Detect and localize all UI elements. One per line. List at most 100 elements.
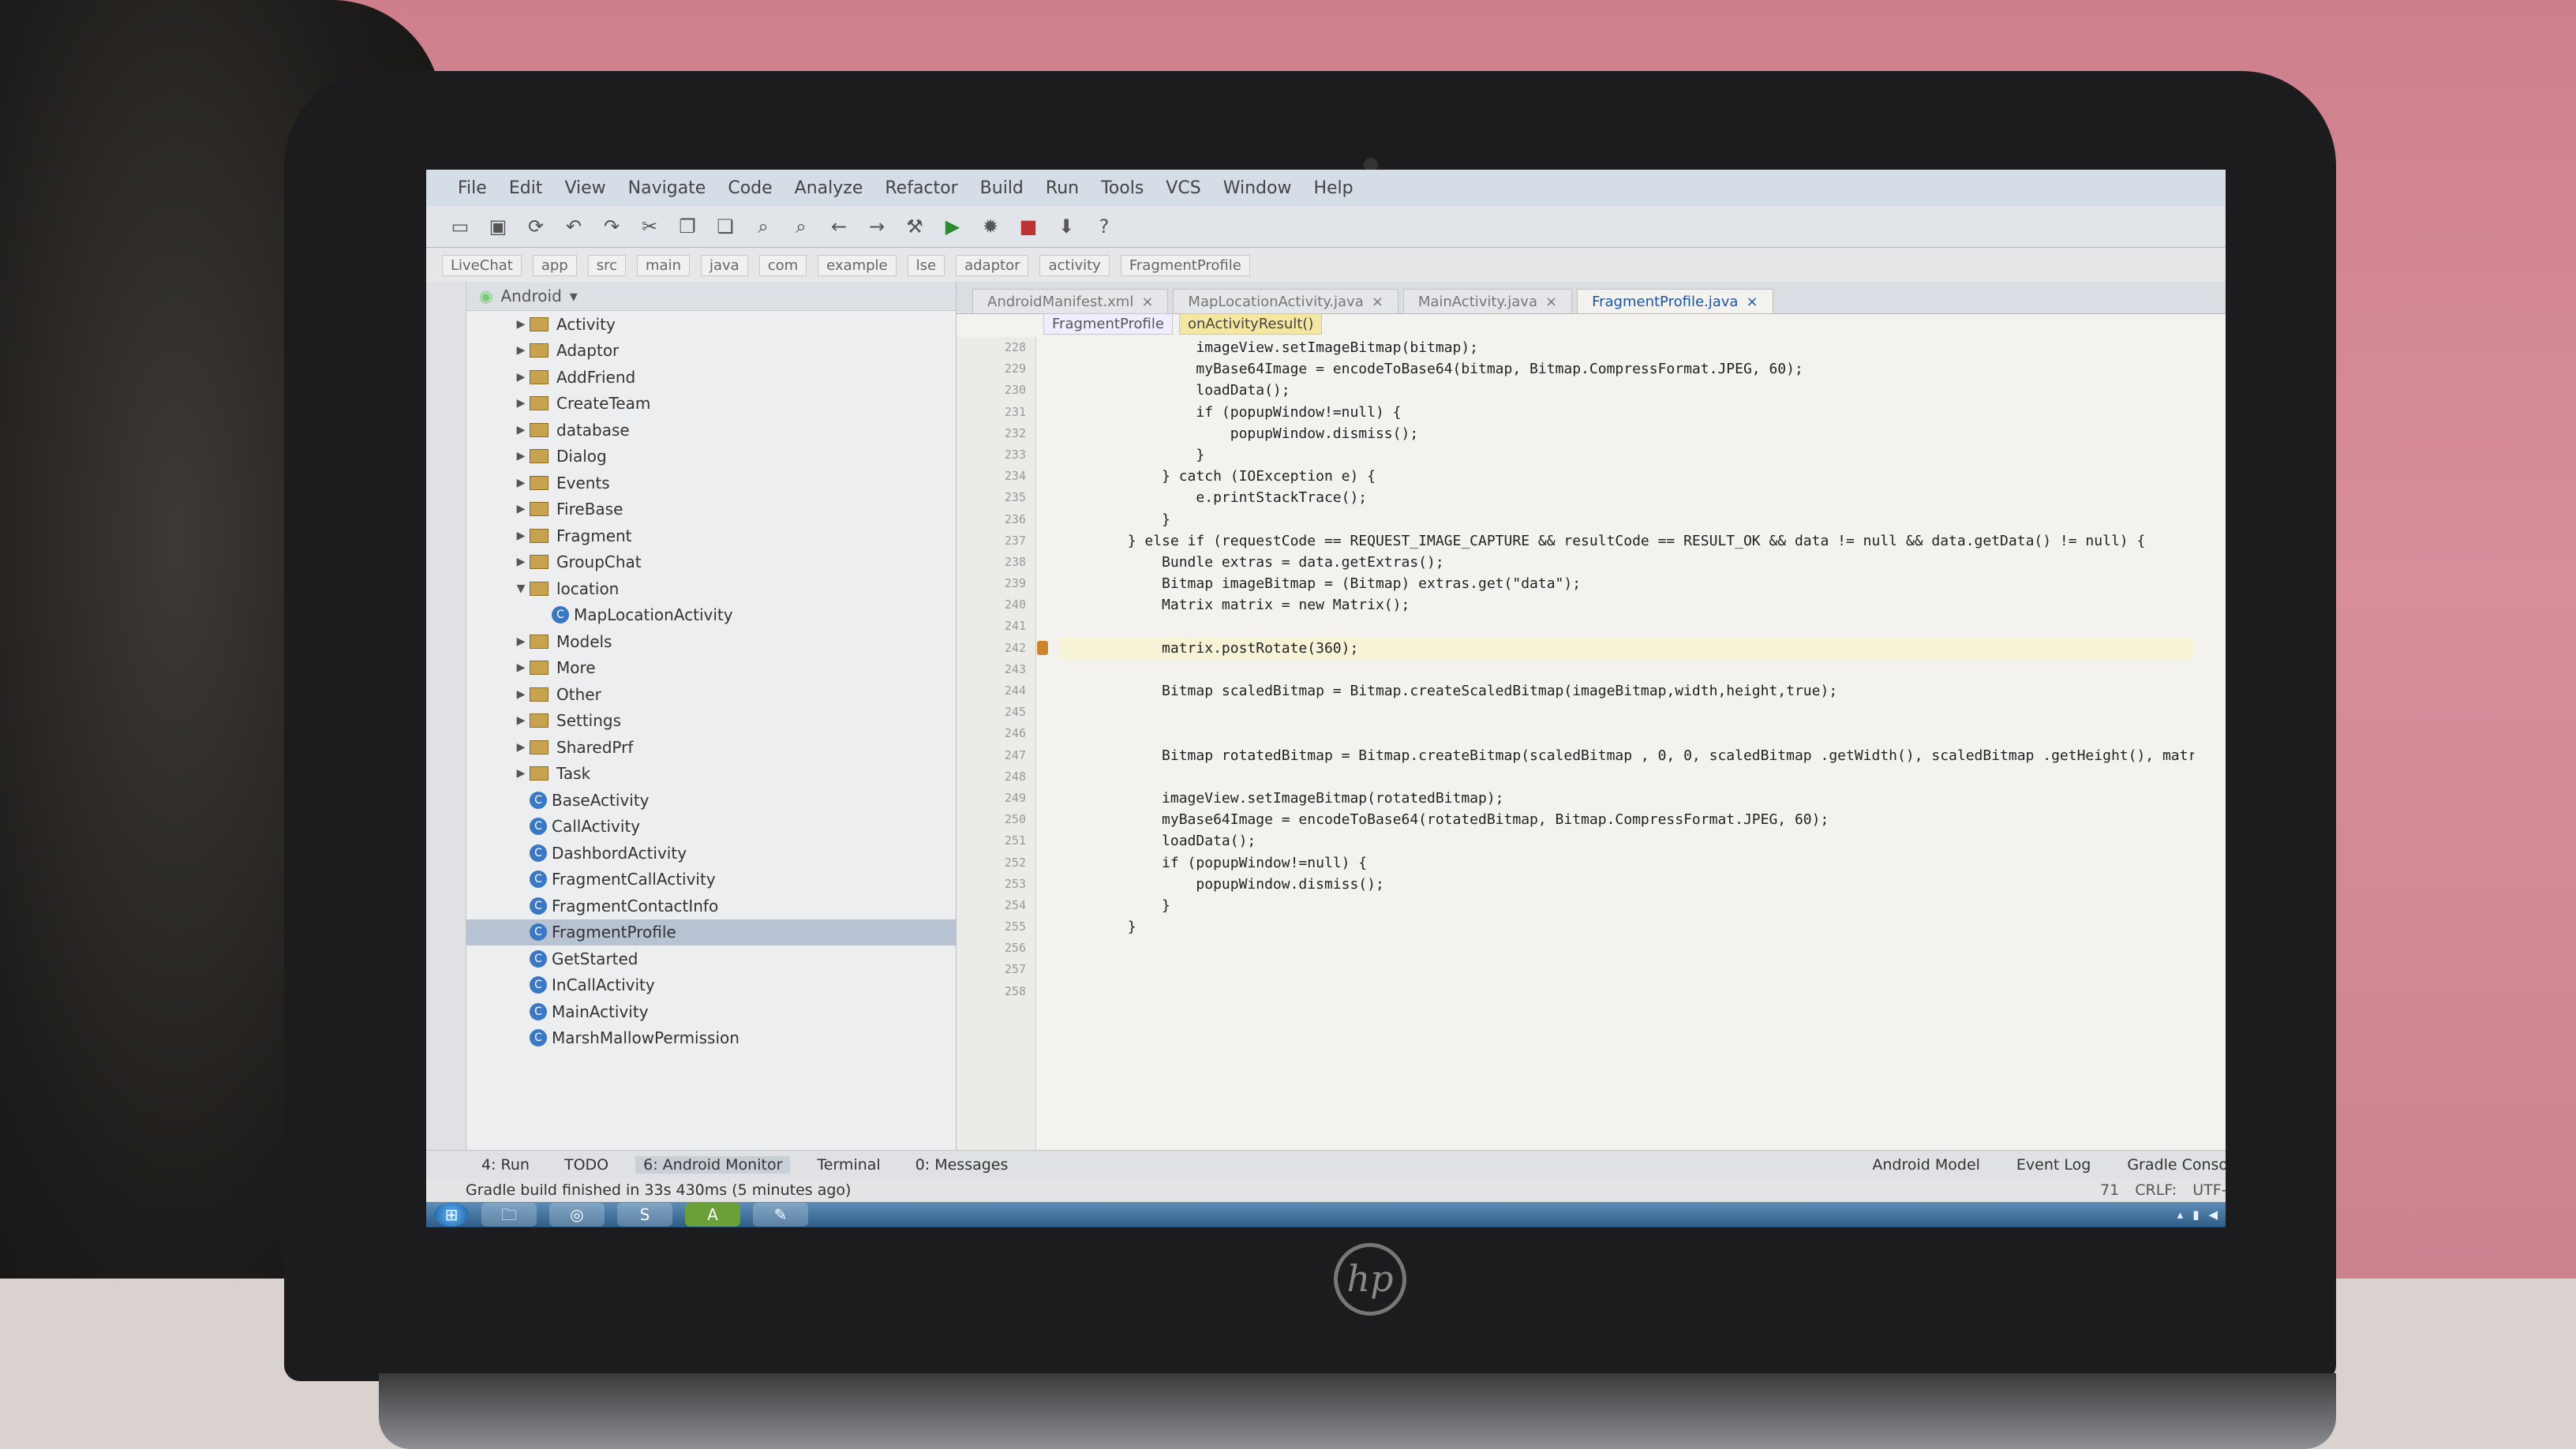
skype-icon[interactable]: S: [617, 1203, 672, 1226]
tool-window-button[interactable]: 4: Run: [474, 1156, 537, 1174]
nav-crumb[interactable]: lse: [907, 254, 945, 276]
tree-item-database[interactable]: ▶ database: [466, 417, 956, 444]
tree-item-callactivity[interactable]: C CallActivity: [466, 814, 956, 841]
nav-crumb[interactable]: activity: [1039, 254, 1110, 276]
editor-tab[interactable]: FragmentProfile.java ×: [1577, 289, 1773, 313]
tree-item-marshmallowpermission[interactable]: C MarshMallowPermission: [466, 1025, 956, 1052]
code-area[interactable]: imageView.setImageBitmap(bitmap); myBase…: [1059, 337, 2194, 1150]
stop-icon[interactable]: ■: [1018, 216, 1039, 237]
tree-item-incallactivity[interactable]: C InCallActivity: [466, 972, 956, 999]
menu-item-window[interactable]: Window: [1223, 178, 1292, 198]
collapsed-arrow-icon[interactable]: ▶: [512, 371, 530, 384]
tree-item-settings[interactable]: ▶ Settings: [466, 708, 956, 735]
tree-item-groupchat[interactable]: ▶ GroupChat: [466, 549, 956, 576]
show-hidden-icon[interactable]: ▴: [2177, 1208, 2184, 1222]
tree-item-models[interactable]: ▶ Models: [466, 628, 956, 655]
menu-item-view[interactable]: View: [564, 178, 605, 198]
nav-crumb[interactable]: java: [700, 254, 748, 276]
tree-item-sharedprf[interactable]: ▶ SharedPrf: [466, 734, 956, 761]
tool-window-button[interactable]: TODO: [556, 1156, 616, 1174]
collapsed-arrow-icon[interactable]: ▶: [512, 530, 530, 542]
collapsed-arrow-icon[interactable]: ▶: [512, 714, 530, 727]
tool-window-button[interactable]: Terminal: [809, 1156, 888, 1174]
tree-item-fragmentcallactivity[interactable]: C FragmentCallActivity: [466, 867, 956, 893]
menu-item-tools[interactable]: Tools: [1101, 178, 1144, 198]
tree-item-activity[interactable]: ▶ Activity: [466, 311, 956, 338]
menu-item-code[interactable]: Code: [728, 178, 772, 198]
paint-icon[interactable]: ✎: [753, 1203, 808, 1226]
tree-item-more[interactable]: ▶ More: [466, 655, 956, 682]
collapsed-arrow-icon[interactable]: ▶: [512, 688, 530, 701]
project-view-selector[interactable]: ◉ Android ▾: [466, 282, 956, 311]
collapsed-arrow-icon[interactable]: ▶: [512, 450, 530, 462]
collapsed-arrow-icon[interactable]: ▶: [512, 424, 530, 436]
cut-icon[interactable]: ✂: [639, 216, 660, 237]
tree-item-events[interactable]: ▶ Events: [466, 470, 956, 496]
expanded-arrow-icon[interactable]: ▼: [512, 582, 530, 595]
find-icon[interactable]: ⌕: [753, 216, 773, 237]
nav-crumb[interactable]: app: [532, 254, 577, 276]
structure-crumb[interactable]: FragmentProfile: [1043, 313, 1173, 335]
nav-crumb[interactable]: FragmentProfile: [1120, 254, 1250, 276]
menu-item-edit[interactable]: Edit: [509, 178, 543, 198]
forward-icon[interactable]: →: [867, 216, 887, 237]
editor-tab[interactable]: MapLocationActivity.java ×: [1173, 289, 1398, 313]
sdk-manager-icon[interactable]: ⬇: [1056, 216, 1076, 237]
nav-crumb[interactable]: main: [637, 254, 690, 276]
tool-window-button[interactable]: Gradle Console: [2119, 1156, 2226, 1174]
close-icon[interactable]: ×: [1372, 294, 1383, 310]
back-icon[interactable]: ←: [829, 216, 849, 237]
help-icon[interactable]: ?: [1094, 216, 1114, 237]
collapsed-arrow-icon[interactable]: ▶: [512, 556, 530, 568]
tree-item-fragmentprofile[interactable]: C FragmentProfile: [466, 919, 956, 945]
collapsed-arrow-icon[interactable]: ▶: [512, 477, 530, 489]
start-button-icon[interactable]: ⊞: [434, 1203, 469, 1226]
tree-item-maplocationactivity[interactable]: C MapLocationActivity: [466, 602, 956, 629]
close-icon[interactable]: ×: [1746, 294, 1758, 310]
redo-icon[interactable]: ↷: [601, 216, 622, 237]
collapsed-arrow-icon[interactable]: ▶: [512, 344, 530, 357]
tree-item-mainactivity[interactable]: C MainActivity: [466, 998, 956, 1025]
editor-tab[interactable]: MainActivity.java ×: [1402, 289, 1573, 313]
menu-item-help[interactable]: Help: [1313, 178, 1353, 198]
volume-icon[interactable]: ◀: [2208, 1208, 2218, 1222]
nav-crumb[interactable]: LiveChat: [442, 254, 522, 276]
collapsed-arrow-icon[interactable]: ▶: [512, 661, 530, 674]
menu-item-navigate[interactable]: Navigate: [628, 178, 706, 198]
tree-item-location[interactable]: ▼ location: [466, 575, 956, 602]
cursor-position[interactable]: 71: [2100, 1181, 2119, 1199]
close-icon[interactable]: ×: [1545, 294, 1557, 310]
tree-item-other[interactable]: ▶ Other: [466, 681, 956, 708]
tree-item-getstarted[interactable]: C GetStarted: [466, 945, 956, 972]
debug-icon[interactable]: ✹: [980, 216, 1001, 237]
tool-window-button[interactable]: 0: Messages: [908, 1156, 1017, 1174]
android-studio-icon[interactable]: A: [685, 1203, 740, 1226]
bulb-icon[interactable]: [1037, 640, 1048, 655]
menu-item-analyze[interactable]: Analyze: [795, 178, 863, 198]
collapsed-arrow-icon[interactable]: ▶: [512, 741, 530, 754]
tree-item-baseactivity[interactable]: C BaseActivity: [466, 787, 956, 814]
menu-item-refactor[interactable]: Refactor: [885, 178, 957, 198]
tool-window-button[interactable]: Android Model: [1864, 1156, 1988, 1174]
nav-crumb[interactable]: example: [818, 254, 897, 276]
collapsed-arrow-icon[interactable]: ▶: [512, 397, 530, 410]
tree-item-dashbordactivity[interactable]: C DashbordActivity: [466, 840, 956, 867]
tree-item-adaptor[interactable]: ▶ Adaptor: [466, 338, 956, 365]
network-icon[interactable]: ▮: [2192, 1208, 2199, 1222]
editor-tab[interactable]: AndroidManifest.xml ×: [972, 289, 1169, 313]
tool-window-button[interactable]: 6: Android Monitor: [635, 1156, 791, 1174]
collapsed-arrow-icon[interactable]: ▶: [512, 318, 530, 331]
collapsed-arrow-icon[interactable]: ▶: [512, 635, 530, 648]
menu-item-file[interactable]: File: [458, 178, 487, 198]
collapsed-arrow-icon[interactable]: ▶: [512, 767, 530, 780]
copy-icon[interactable]: ❐: [677, 216, 698, 237]
replace-icon[interactable]: ⌕: [791, 216, 811, 237]
run-icon[interactable]: ▶: [942, 216, 963, 237]
open-icon[interactable]: ▭: [450, 216, 470, 237]
structure-crumb[interactable]: onActivityResult(): [1178, 313, 1323, 335]
tree-item-task[interactable]: ▶ Task: [466, 761, 956, 788]
tree-item-addfriend[interactable]: ▶ AddFriend: [466, 364, 956, 391]
make-icon[interactable]: ⚒: [904, 216, 925, 237]
collapsed-arrow-icon[interactable]: ▶: [512, 503, 530, 515]
tree-item-dialog[interactable]: ▶ Dialog: [466, 444, 956, 470]
